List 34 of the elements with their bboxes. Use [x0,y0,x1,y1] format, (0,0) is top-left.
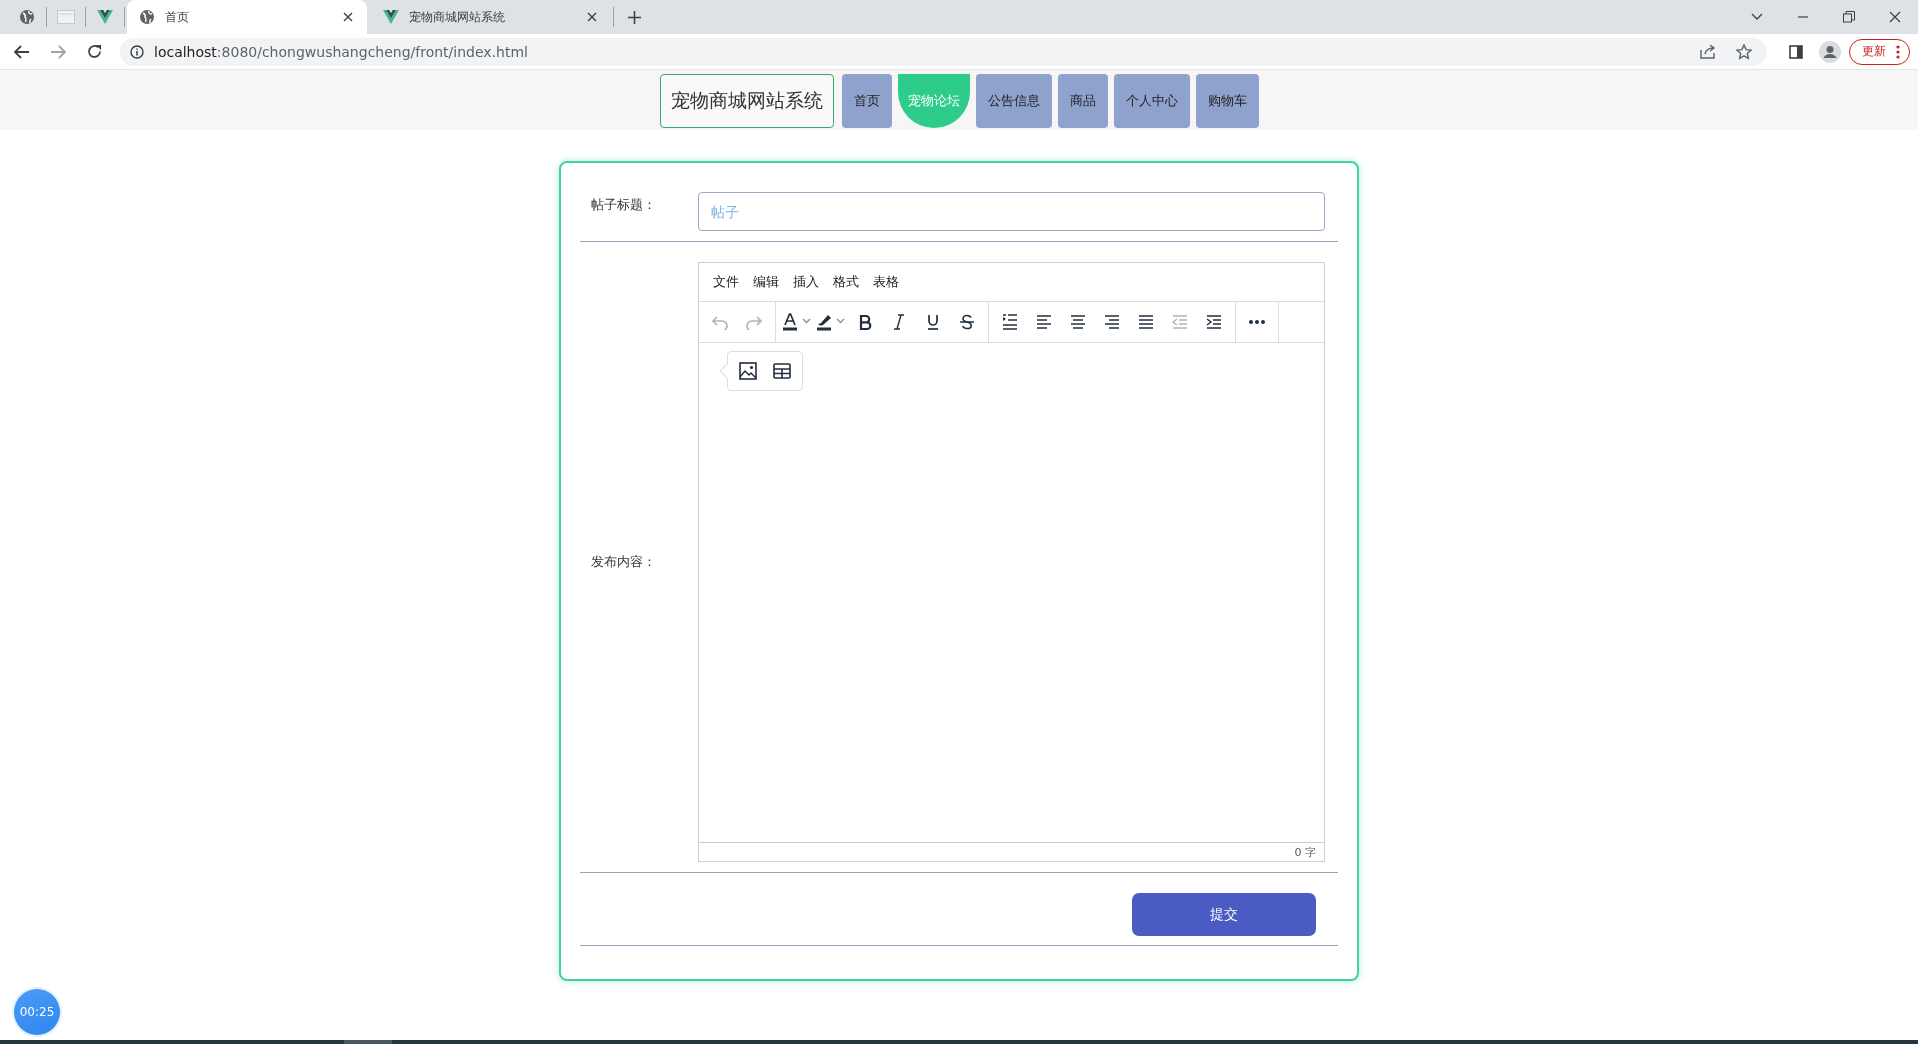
menu-item[interactable]: 插入 [785,273,827,291]
close-icon[interactable] [341,10,355,24]
tab-title: 宠物商城网站系统 [409,8,506,26]
field-label: 帖子标题： [590,196,657,214]
url-text: localhost:8080/chongwushangcheng/front/index.html [154,43,528,60]
rich-text-editor[interactable]: 文件 编辑 插入 格式 表格 0 字 [698,262,1325,862]
menu-item[interactable]: 文件 [705,273,747,291]
menu-item[interactable]: 编辑 [745,273,787,291]
tab-title: 首页 [165,8,190,26]
new-tab-icon[interactable] [628,10,641,24]
v-logo-icon[interactable] [97,10,113,24]
nav-link[interactable]: 个人中心 [1113,74,1190,128]
kebab-menu-icon[interactable] [1896,44,1900,59]
word-count: 0 字 [1294,844,1316,860]
nav-link[interactable]: 购物车 [1195,74,1259,128]
close-icon[interactable] [585,10,599,24]
submit-button[interactable]: 提交 [1132,893,1316,936]
globe-icon [139,9,155,25]
update-button[interactable]: 更新 [1849,38,1910,65]
field-label: 发布内容： [590,553,657,571]
nav-link[interactable]: 公告信息 [975,74,1052,128]
globe-icon[interactable] [19,9,35,25]
browser-tab[interactable]: 首页 [127,0,367,34]
timer-badge: 00:25 [14,989,60,1035]
nav-link[interactable]: 商品 [1057,74,1108,128]
nav-link[interactable]: 首页 [841,74,892,128]
browser-tab[interactable]: 宠物商城网站系统 [371,0,611,34]
info-icon [130,44,144,59]
address-bar[interactable]: localhost:8080/chongwushangcheng/front/index.html [120,37,1767,66]
v-logo-icon [383,10,399,24]
menu-item[interactable]: 表格 [865,273,907,291]
title-input[interactable]: 帖子 [698,192,1325,231]
menu-item[interactable]: 格式 [825,273,867,291]
site-title: 宠物商城网站系统 [659,74,834,128]
